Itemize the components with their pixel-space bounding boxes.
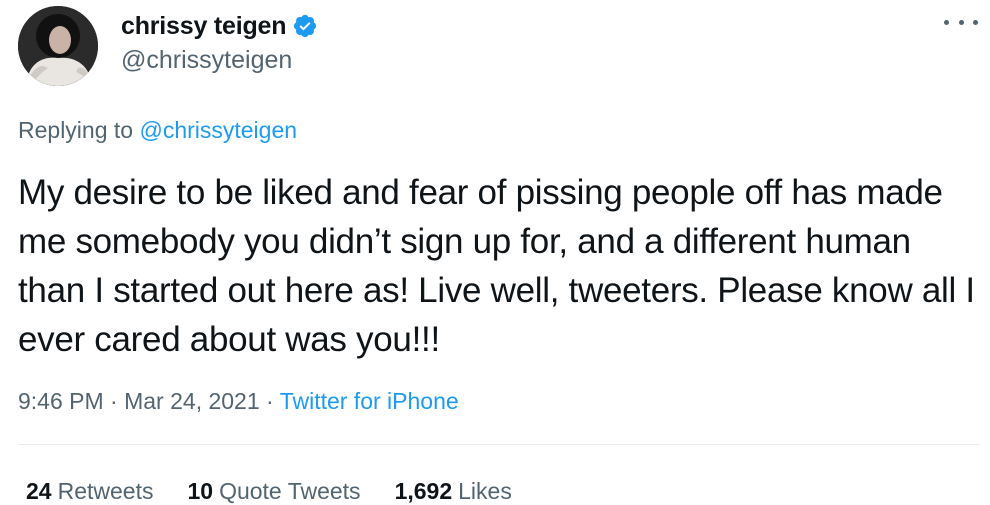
tweet-text: My desire to be liked and fear of pissin…: [18, 173, 975, 359]
replying-to: Replying to @chrissyteigen: [18, 117, 297, 144]
quote-tweets-label: Quote Tweets: [219, 478, 361, 504]
author-handle[interactable]: @chrissyteigen: [121, 46, 292, 75]
tweet-meta: 9:46 PM · Mar 24, 2021 · Twitter for iPh…: [18, 388, 459, 415]
avatar-photo-icon: [18, 6, 98, 86]
quote-tweets-count: 10: [187, 478, 214, 504]
engagement-stats: 24 Retweets 10 Quote Tweets 1,692 Likes: [26, 478, 546, 505]
author-name-row[interactable]: chrissy teigen: [121, 10, 318, 42]
divider: [18, 444, 980, 445]
tweet-time[interactable]: 9:46 PM: [18, 388, 104, 414]
replying-prefix: Replying to: [18, 117, 134, 143]
verified-badge-icon: [292, 13, 318, 39]
meta-separator-1: ·: [110, 388, 118, 414]
tweet-source-link[interactable]: Twitter for iPhone: [280, 388, 459, 414]
likes-label: Likes: [458, 478, 512, 504]
tweet-date[interactable]: Mar 24, 2021: [124, 388, 260, 414]
quote-tweets-stat[interactable]: 10 Quote Tweets: [187, 478, 360, 505]
retweets-count: 24: [26, 478, 52, 504]
more-options-icon[interactable]: [944, 10, 978, 34]
meta-separator-2: ·: [266, 388, 274, 414]
avatar[interactable]: [18, 6, 98, 86]
retweets-stat[interactable]: 24 Retweets: [26, 478, 153, 505]
reply-mention-link[interactable]: @chrissyteigen: [139, 117, 297, 143]
tweet-card: chrissy teigen @chrissyteigen Replying t…: [0, 0, 990, 505]
retweets-label: Retweets: [57, 478, 154, 504]
likes-stat[interactable]: 1,692 Likes: [395, 478, 512, 505]
display-name[interactable]: chrissy teigen: [121, 12, 287, 41]
likes-count: 1,692: [394, 478, 453, 504]
